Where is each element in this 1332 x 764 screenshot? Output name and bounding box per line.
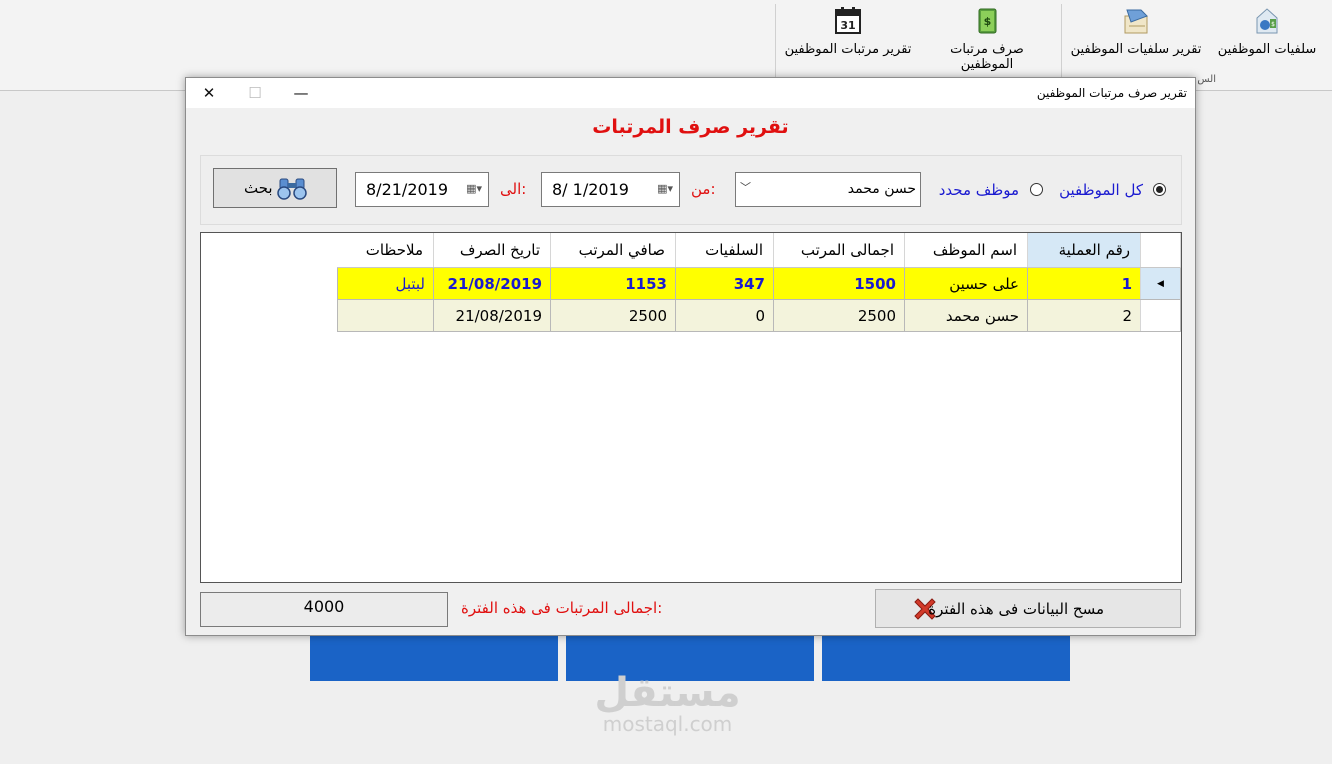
clear-period-button[interactable]: مسح البيانات فى هذه الفترة xyxy=(875,589,1181,628)
ribbon-label: تقرير مرتبات الموظفين xyxy=(784,42,912,57)
cell-date[interactable]: 21/08/2019 xyxy=(433,267,551,300)
calendar-dropdown-icon[interactable]: ▦▾ xyxy=(657,182,673,195)
column-header[interactable]: رقم العملية xyxy=(1027,233,1141,268)
calendar-icon: 31 xyxy=(835,7,861,34)
row-selector[interactable] xyxy=(1140,299,1181,332)
employee-select[interactable]: ﹀ حسن محمد xyxy=(735,172,921,207)
from-label: من: xyxy=(691,180,716,198)
close-icon: ✕ xyxy=(202,84,216,102)
column-header[interactable]: اسم الموظف xyxy=(904,233,1028,268)
cell-total[interactable]: 1500 xyxy=(773,267,905,300)
minimize-icon: — xyxy=(293,84,309,102)
all-employees-radio[interactable] xyxy=(1153,183,1166,196)
table-row[interactable]: 2 حسن محمد 2500 0 2500 21/08/2019 xyxy=(336,299,1181,332)
salary-report-button[interactable]: 31 تقرير مرتبات الموظفين xyxy=(782,4,914,68)
cell-total[interactable]: 2500 xyxy=(773,299,905,332)
salary-table: رقم العملية اسم الموظف اجمالى المرتب الس… xyxy=(336,233,1181,332)
advances-report-button[interactable]: تقرير سلفيات الموظفين xyxy=(1066,4,1206,68)
salary-grid[interactable]: رقم العملية اسم الموظف اجمالى المرتب الس… xyxy=(200,232,1182,583)
page-title: تقرير صرف المرتبات xyxy=(592,116,789,138)
maximize-icon: ☐ xyxy=(248,84,262,102)
svg-text:$: $ xyxy=(984,15,992,28)
column-header[interactable]: السلفيات xyxy=(675,233,774,268)
total-salaries-field: 4000 xyxy=(200,592,448,627)
salary-pay-icon: $ xyxy=(978,8,997,34)
cell-id[interactable]: 1 xyxy=(1027,267,1141,300)
cell-net[interactable]: 2500 xyxy=(550,299,676,332)
all-employees-label[interactable]: كل الموظفين xyxy=(1059,181,1143,199)
ribbon-label: صرف مرتبات الموظفين xyxy=(950,42,1024,72)
cell-note[interactable]: لبتبل xyxy=(336,267,434,300)
ribbon-label: تقرير سلفيات الموظفين xyxy=(1070,42,1202,57)
watermark: مستقل mostaql.com xyxy=(585,672,750,734)
cell-advances[interactable]: 0 xyxy=(675,299,774,332)
to-label: الى: xyxy=(500,180,527,198)
title-bar: ✕ ☐ — تقرير صرف مرتبات الموظفين xyxy=(186,78,1195,108)
column-header[interactable]: تاريخ الصرف xyxy=(433,233,551,268)
salary-pay-button[interactable]: $ صرف مرتبات الموظفين xyxy=(922,4,1052,72)
cell-name[interactable]: على حسين xyxy=(904,267,1028,300)
cell-id[interactable]: 2 xyxy=(1027,299,1141,332)
watermark-latin: mostaql.com xyxy=(602,712,733,736)
to-date-picker[interactable]: 8/21/2019 ▦▾ xyxy=(355,172,489,207)
employee-select-value: حسن محمد xyxy=(847,181,916,197)
chevron-down-icon: ﹀ xyxy=(740,181,751,194)
search-button[interactable]: بحث xyxy=(213,168,337,208)
watermark-arabic: مستقل xyxy=(594,670,741,716)
total-salaries-label: اجمالى المرتبات فى هذه الفترة: xyxy=(461,599,663,617)
specific-employee-radio[interactable] xyxy=(1030,183,1043,196)
filter-panel: كل الموظفين موظف محدد ﹀ حسن محمد من: 8/ … xyxy=(200,155,1182,225)
ribbon-group-label: الس xyxy=(1197,74,1216,85)
dashboard-tile[interactable] xyxy=(822,632,1070,681)
column-header[interactable]: صافي المرتب xyxy=(550,233,676,268)
window-title: تقرير صرف مرتبات الموظفين xyxy=(1036,86,1187,100)
salary-report-window: ✕ ☐ — تقرير صرف مرتبات الموظفين تقرير صر… xyxy=(185,77,1196,636)
search-button-label: بحث xyxy=(244,179,273,197)
cell-note[interactable] xyxy=(336,299,434,332)
cell-date[interactable]: 21/08/2019 xyxy=(433,299,551,332)
svg-text:$: $ xyxy=(1271,21,1275,28)
close-button[interactable]: ✕ xyxy=(186,78,232,108)
advances-report-icon xyxy=(1124,9,1148,34)
to-date-value: 8/21/2019 xyxy=(366,180,449,199)
specific-employee-label[interactable]: موظف محدد xyxy=(939,181,1019,199)
employee-advances-icon: $ xyxy=(1256,8,1278,34)
cell-net[interactable]: 1153 xyxy=(550,267,676,300)
clear-period-label: مسح البيانات فى هذه الفترة xyxy=(928,600,1104,618)
row-selector[interactable]: ◀ xyxy=(1140,267,1181,300)
ribbon-separator xyxy=(775,4,776,80)
from-date-value: 8/ 1/2019 xyxy=(552,180,629,199)
minimize-button[interactable]: — xyxy=(278,78,324,108)
maximize-button[interactable]: ☐ xyxy=(232,78,278,108)
calendar-dropdown-icon[interactable]: ▦▾ xyxy=(466,182,482,195)
calendar-day: 31 xyxy=(840,19,855,32)
row-header-corner xyxy=(1140,233,1181,268)
cell-name[interactable]: حسن محمد xyxy=(904,299,1028,332)
ribbon-separator xyxy=(1061,4,1062,80)
current-row-icon: ◀ xyxy=(1157,278,1164,289)
from-date-picker[interactable]: 8/ 1/2019 ▦▾ xyxy=(541,172,680,207)
employee-advances-button[interactable]: $ سلفيات الموظفين xyxy=(1212,4,1322,68)
table-header-row: رقم العملية اسم الموظف اجمالى المرتب الس… xyxy=(337,233,1181,268)
table-row[interactable]: ◀ 1 على حسين 1500 347 1153 21/08/2019 لب… xyxy=(336,267,1181,300)
cell-advances[interactable]: 347 xyxy=(675,267,774,300)
column-header[interactable]: ملاحظات xyxy=(337,233,434,268)
dashboard-tile[interactable] xyxy=(310,632,558,681)
column-header[interactable]: اجمالى المرتب xyxy=(773,233,905,268)
ribbon-label: سلفيات الموظفين xyxy=(1217,42,1317,57)
binoculars-icon xyxy=(277,178,307,200)
